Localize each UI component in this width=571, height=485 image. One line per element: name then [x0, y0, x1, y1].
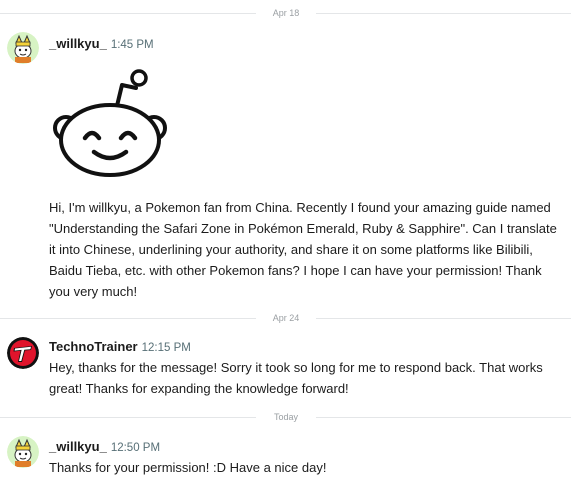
avatar[interactable]: [7, 436, 39, 468]
message-header: TechnoTrainer 12:15 PM: [49, 338, 191, 356]
message-text: Hi, I'm willkyu, a Pokemon fan from Chin…: [49, 200, 557, 299]
divider-line: [316, 13, 571, 14]
date-divider: Apr 18: [0, 6, 571, 20]
message-text: Hey, thanks for the message! Sorry it to…: [49, 360, 543, 396]
message-text: Thanks for your permission! :D Have a ni…: [49, 460, 327, 475]
divider-line: [316, 318, 571, 319]
username[interactable]: _willkyu_: [49, 439, 107, 454]
red-t-logo-icon: [7, 337, 39, 369]
timestamp: 12:15 PM: [141, 342, 191, 354]
message-header: _willkyu_ 1:45 PM: [49, 35, 154, 53]
reddit-snoo-image[interactable]: [52, 68, 168, 180]
divider-line: [0, 318, 256, 319]
divider-line: [316, 417, 571, 418]
divider-line: [0, 13, 256, 14]
avatar[interactable]: [7, 337, 39, 369]
snoo-avatar-icon: [7, 436, 39, 468]
username[interactable]: TechnoTrainer: [49, 339, 138, 354]
date-divider-label: Today: [273, 412, 299, 422]
divider-line: [0, 417, 256, 418]
snoo-avatar-icon: [7, 32, 39, 64]
date-divider: Today: [0, 410, 571, 424]
timestamp: 12:50 PM: [110, 442, 161, 454]
date-divider-label: Apr 18: [272, 8, 300, 18]
username[interactable]: _willkyu_: [49, 36, 107, 51]
avatar[interactable]: [7, 32, 39, 64]
message-header: _willkyu_ 12:50 PM: [49, 438, 160, 456]
date-divider: Apr 24: [0, 311, 571, 325]
timestamp: 1:45 PM: [110, 39, 154, 51]
date-divider-label: Apr 24: [272, 313, 300, 323]
